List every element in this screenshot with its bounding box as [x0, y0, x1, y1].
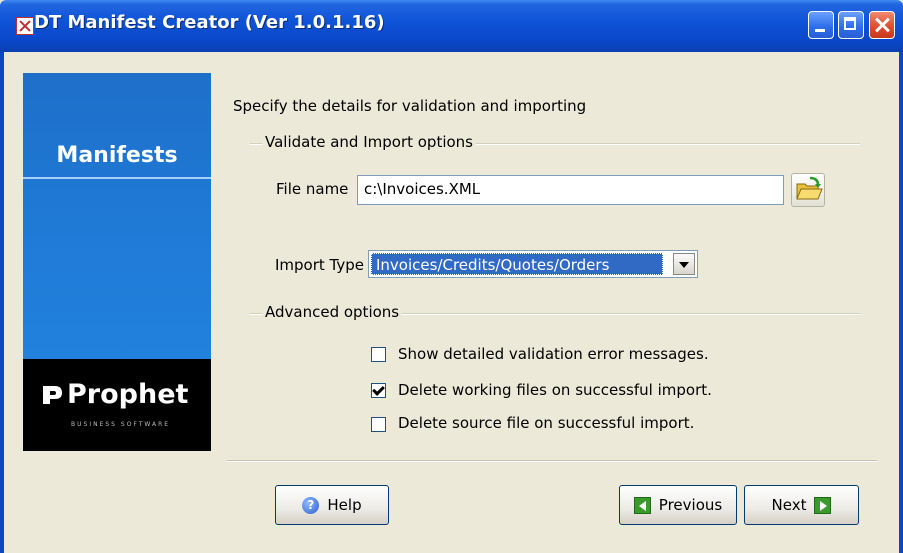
open-folder-icon — [796, 176, 823, 200]
logo-subtitle: BUSINESS SOFTWARE — [71, 421, 171, 428]
next-button-label: Next — [771, 496, 807, 514]
help-icon: ? — [302, 496, 320, 514]
title-bar[interactable]: DT Manifest Creator (Ver 1.0.1.16) — [0, 0, 903, 52]
window-title: DT Manifest Creator (Ver 1.0.1.16) — [34, 12, 385, 33]
option-label-detailed-errors: Show detailed validation error messages. — [398, 345, 709, 363]
checkbox-delete-source-file[interactable] — [371, 417, 386, 432]
maximize-button[interactable] — [838, 11, 864, 39]
arrow-left-icon — [633, 496, 651, 514]
validate-group-label: Validate and Import options — [262, 133, 477, 151]
sidebar-banner: Manifests Prophet BUSINESS SOFTWARE — [23, 73, 211, 451]
import-type-value: Invoices/Credits/Quotes/Orders — [371, 253, 663, 275]
intro-text: Specify the details for validation and i… — [233, 97, 587, 115]
option-label-delete-working-files: Delete working files on successful impor… — [398, 381, 712, 399]
advanced-group-label: Advanced options — [262, 303, 403, 321]
sidebar-title: Manifests — [56, 143, 178, 168]
checkbox-delete-working-files[interactable] — [371, 383, 386, 398]
prophet-logo-icon — [43, 386, 62, 404]
import-type-label: Import Type — [275, 256, 365, 274]
logo-text: Prophet — [67, 379, 189, 410]
close-button[interactable] — [869, 11, 895, 39]
app-icon — [16, 17, 34, 35]
browse-button[interactable] — [791, 173, 825, 207]
logo-panel: Prophet BUSINESS SOFTWARE — [23, 359, 211, 451]
footer-separator — [227, 460, 877, 462]
file-name-label: File name — [276, 180, 349, 198]
import-type-select[interactable]: Invoices/Credits/Quotes/Orders — [368, 250, 698, 278]
minimize-button[interactable] — [808, 11, 834, 39]
help-button[interactable]: ? Help — [275, 485, 389, 525]
arrow-right-icon — [814, 496, 832, 514]
window-frame-left — [0, 52, 4, 553]
file-name-input[interactable]: c:\Invoices.XML — [357, 175, 784, 205]
previous-button-label: Previous — [658, 496, 723, 514]
option-label-delete-source-file: Delete source file on successful import. — [398, 414, 695, 432]
help-button-label: Help — [327, 496, 362, 514]
window-frame-right — [899, 52, 903, 553]
next-button[interactable]: Next — [744, 485, 859, 525]
checkbox-detailed-errors[interactable] — [371, 347, 386, 362]
sidebar-divider — [23, 177, 211, 179]
chevron-down-icon[interactable] — [673, 253, 695, 275]
previous-button[interactable]: Previous — [619, 485, 737, 525]
